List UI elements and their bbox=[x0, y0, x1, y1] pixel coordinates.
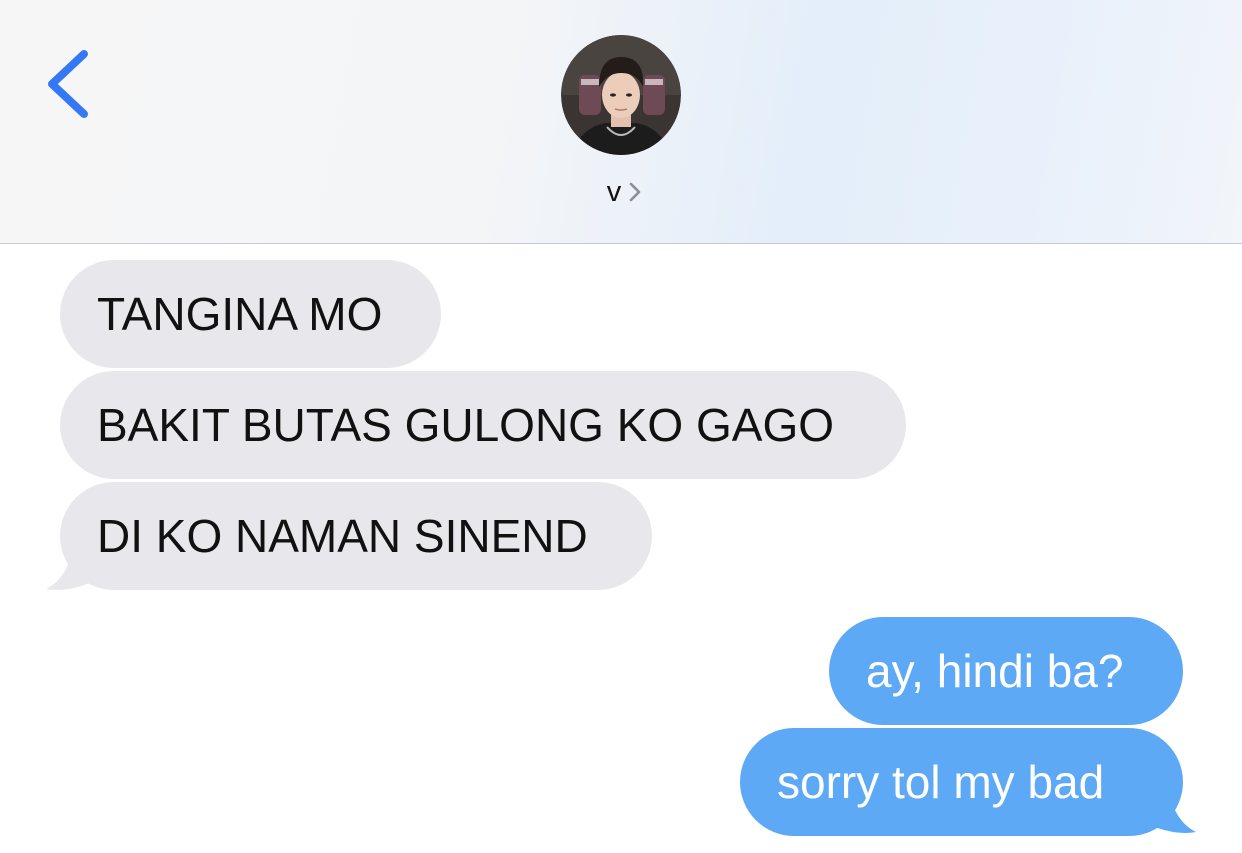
chevron-right-icon bbox=[629, 182, 641, 202]
incoming-message-bubble[interactable]: DI KO NAMAN SINEND bbox=[60, 482, 652, 590]
message-text: BAKIT BUTAS GULONG KO GAGO bbox=[97, 399, 835, 451]
contact-name[interactable]: v bbox=[607, 176, 622, 209]
incoming-message-bubble[interactable]: BAKIT BUTAS GULONG KO GAGO bbox=[60, 371, 906, 479]
message-text: DI KO NAMAN SINEND bbox=[97, 510, 588, 562]
outgoing-message-bubble[interactable]: sorry tol my bad bbox=[740, 728, 1183, 836]
message-text: ay, hindi ba? bbox=[866, 645, 1124, 697]
avatar[interactable] bbox=[561, 35, 681, 155]
contact-name-row[interactable]: v bbox=[0, 174, 1242, 210]
chevron-left-icon bbox=[48, 50, 88, 118]
message-text: TANGINA MO bbox=[97, 288, 383, 340]
conversation-header: v bbox=[0, 0, 1242, 244]
message-text: sorry tol my bad bbox=[777, 756, 1105, 808]
outgoing-message-bubble[interactable]: ay, hindi ba? bbox=[829, 617, 1183, 725]
back-button[interactable] bbox=[34, 42, 104, 126]
message-thread: TANGINA MO BAKIT BUTAS GULONG KO GAGO DI… bbox=[0, 244, 1242, 853]
incoming-message-bubble[interactable]: TANGINA MO bbox=[60, 260, 441, 368]
contact-avatar-icon bbox=[561, 35, 681, 155]
